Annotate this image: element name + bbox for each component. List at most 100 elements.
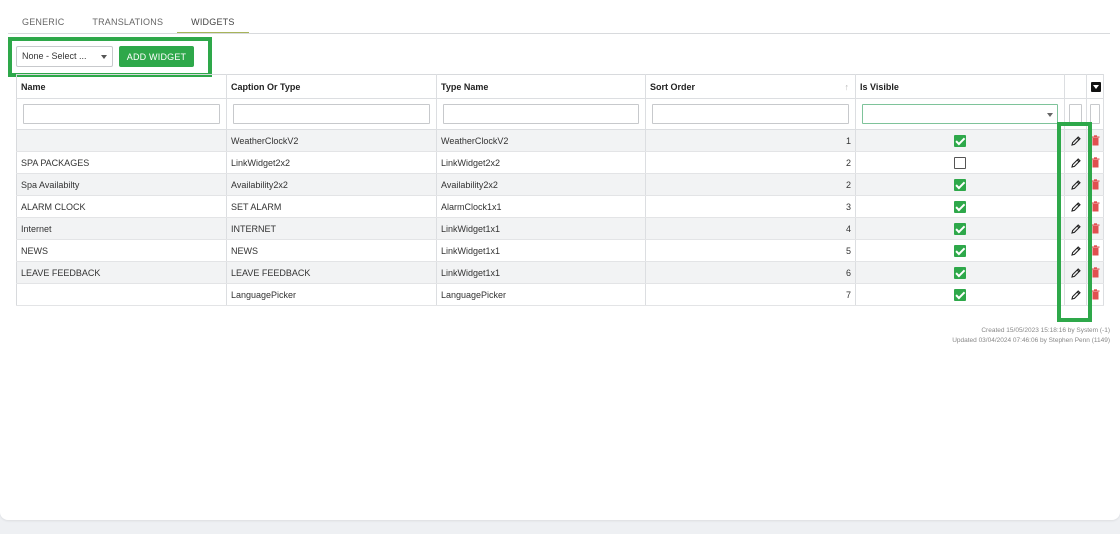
- checkbox-icon[interactable]: [954, 266, 966, 279]
- pencil-icon[interactable]: [1070, 201, 1082, 213]
- filter-cell-type-name: [436, 98, 646, 130]
- cell-is-visible: [855, 261, 1065, 284]
- cell-is-visible: [855, 283, 1065, 306]
- table-body: WeatherClockV2 WeatherClockV2 1 SPA PACK…: [16, 129, 1104, 306]
- cell-type-name: LinkWidget1x1: [436, 239, 646, 262]
- trash-icon[interactable]: [1091, 135, 1100, 146]
- audit-updated: Updated 03/04/2024 07:46:06 by Stephen P…: [952, 337, 1110, 344]
- checkbox-icon[interactable]: [954, 244, 966, 257]
- checkbox-icon[interactable]: [954, 156, 966, 169]
- column-header-caption[interactable]: Caption Or Type: [226, 74, 437, 99]
- pencil-icon[interactable]: [1070, 267, 1082, 279]
- table-row[interactable]: NEWS NEWS LinkWidget1x1 5: [16, 239, 1104, 262]
- column-header-name[interactable]: Name: [16, 74, 227, 99]
- pencil-icon[interactable]: [1070, 289, 1082, 301]
- checkbox-icon[interactable]: [954, 222, 966, 235]
- cell-sort-order: 2: [645, 151, 856, 174]
- table-row[interactable]: LEAVE FEEDBACK LEAVE FEEDBACK LinkWidget…: [16, 261, 1104, 284]
- trash-icon[interactable]: [1091, 157, 1100, 168]
- cell-caption: WeatherClockV2: [226, 129, 437, 152]
- filter-type-name-input[interactable]: [443, 104, 639, 124]
- widget-select[interactable]: None - Select ...: [16, 46, 113, 67]
- cell-delete: [1086, 239, 1104, 262]
- sort-icon[interactable]: ↑: [845, 82, 850, 92]
- cell-is-visible: [855, 173, 1065, 196]
- trash-icon[interactable]: [1091, 223, 1100, 234]
- checkbox-icon[interactable]: [954, 288, 966, 301]
- cell-edit: [1064, 261, 1087, 284]
- main-panel: GENERIC TRANSLATIONS WIDGETS None - Sele…: [0, 0, 1120, 520]
- widget-toolbar: None - Select ... ADD WIDGET: [16, 46, 194, 67]
- add-widget-button[interactable]: ADD WIDGET: [119, 46, 194, 67]
- cell-edit: [1064, 283, 1087, 306]
- cell-caption: LEAVE FEEDBACK: [226, 261, 437, 284]
- checkbox-icon[interactable]: [954, 178, 966, 191]
- cell-edit: [1064, 129, 1087, 152]
- tab-widgets[interactable]: WIDGETS: [177, 10, 249, 34]
- cell-type-name: LinkWidget1x1: [436, 261, 646, 284]
- tab-translations[interactable]: TRANSLATIONS: [78, 10, 177, 34]
- filter-menu-input: [1090, 104, 1100, 124]
- cell-is-visible: [855, 217, 1065, 240]
- column-header-sort-order[interactable]: Sort Order ↑: [645, 74, 856, 99]
- filter-name-input[interactable]: [23, 104, 220, 124]
- trash-icon[interactable]: [1091, 201, 1100, 212]
- cell-delete: [1086, 261, 1104, 284]
- cell-delete: [1086, 129, 1104, 152]
- cell-sort-order: 4: [645, 217, 856, 240]
- cell-edit: [1064, 239, 1087, 262]
- table-row[interactable]: LanguagePicker LanguagePicker 7: [16, 283, 1104, 306]
- cell-delete: [1086, 151, 1104, 174]
- table-row[interactable]: WeatherClockV2 WeatherClockV2 1: [16, 129, 1104, 152]
- column-header-is-visible[interactable]: Is Visible: [855, 74, 1065, 99]
- tab-generic[interactable]: GENERIC: [8, 10, 78, 34]
- cell-name: [16, 283, 227, 306]
- table-row[interactable]: Internet INTERNET LinkWidget1x1 4: [16, 217, 1104, 240]
- filter-is-visible-select[interactable]: [862, 104, 1058, 124]
- cell-edit: [1064, 173, 1087, 196]
- trash-icon[interactable]: [1091, 245, 1100, 256]
- cell-is-visible: [855, 195, 1065, 218]
- filter-row: [16, 98, 1104, 130]
- pencil-icon[interactable]: [1070, 223, 1082, 235]
- widget-select-value: None - Select ...: [22, 51, 87, 61]
- cell-name: Spa Availabilty: [16, 173, 227, 196]
- column-menu-icon[interactable]: [1091, 81, 1101, 92]
- cell-type-name: LinkWidget2x2: [436, 151, 646, 174]
- filter-cell-sort-order: [645, 98, 856, 130]
- column-header-type-name[interactable]: Type Name: [436, 74, 646, 99]
- filter-cell-name: [16, 98, 227, 130]
- pencil-icon[interactable]: [1070, 245, 1082, 257]
- widgets-table: Name Caption Or Type Type Name Sort Orde…: [16, 74, 1104, 306]
- cell-delete: [1086, 217, 1104, 240]
- cell-is-visible: [855, 151, 1065, 174]
- table-row[interactable]: SPA PACKAGES LinkWidget2x2 LinkWidget2x2…: [16, 151, 1104, 174]
- filter-cell-spacer: [1064, 98, 1087, 130]
- filter-caption-input[interactable]: [233, 104, 430, 124]
- cell-sort-order: 3: [645, 195, 856, 218]
- checkbox-icon[interactable]: [954, 200, 966, 213]
- trash-icon[interactable]: [1091, 179, 1100, 190]
- cell-type-name: Availability2x2: [436, 173, 646, 196]
- cell-sort-order: 5: [645, 239, 856, 262]
- filter-cell-caption: [226, 98, 437, 130]
- filter-sort-order-input[interactable]: [652, 104, 849, 124]
- header-row: Name Caption Or Type Type Name Sort Orde…: [16, 74, 1104, 99]
- cell-caption: SET ALARM: [226, 195, 437, 218]
- cell-name: [16, 129, 227, 152]
- filter-cell-menu: [1086, 98, 1104, 130]
- pencil-icon[interactable]: [1070, 157, 1082, 169]
- caret-down-icon: [1047, 113, 1053, 117]
- table-row[interactable]: ALARM CLOCK SET ALARM AlarmClock1x1 3: [16, 195, 1104, 218]
- pencil-icon[interactable]: [1070, 179, 1082, 191]
- trash-icon[interactable]: [1091, 289, 1100, 300]
- table-row[interactable]: Spa Availabilty Availability2x2 Availabi…: [16, 173, 1104, 196]
- cell-is-visible: [855, 239, 1065, 262]
- trash-icon[interactable]: [1091, 267, 1100, 278]
- cell-caption: NEWS: [226, 239, 437, 262]
- cell-delete: [1086, 283, 1104, 306]
- cell-name: Internet: [16, 217, 227, 240]
- checkbox-icon[interactable]: [954, 134, 966, 147]
- pencil-icon[interactable]: [1070, 135, 1082, 147]
- column-menu-header[interactable]: [1086, 74, 1104, 99]
